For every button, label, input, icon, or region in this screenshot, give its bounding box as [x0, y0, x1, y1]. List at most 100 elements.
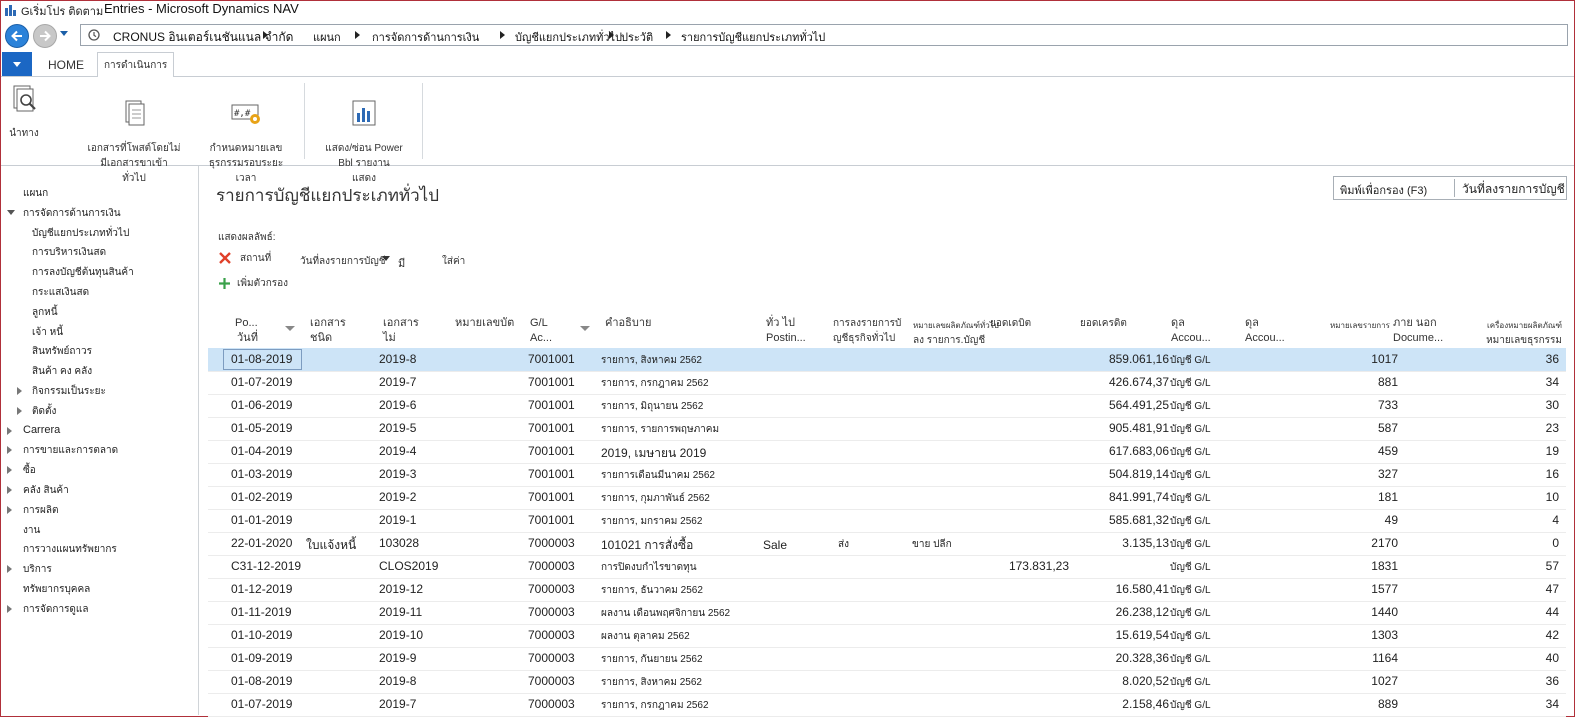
- table-row[interactable]: 01-07-2019 2019-7 7001001 รายการ, กรกฎาคม 2…: [208, 371, 1566, 395]
- cell-doc-no[interactable]: 2019-6: [379, 398, 416, 412]
- cell-entry-no[interactable]: 889: [1378, 697, 1398, 711]
- col-header-external-doc[interactable]: หมายเลขบัต: [455, 316, 514, 331]
- cell-credit[interactable]: 3.135,13: [1122, 536, 1169, 550]
- cell-desc[interactable]: รายการ, กรกฎาคม 2562: [601, 698, 709, 713]
- cell-trans-no[interactable]: 34: [1546, 375, 1559, 389]
- cell-date[interactable]: 01-09-2019: [231, 651, 292, 665]
- breadcrumb-separator-icon[interactable]: [263, 31, 268, 39]
- cell-credit[interactable]: 15.619,54: [1116, 628, 1169, 642]
- table-row[interactable]: 01-12-2019 2019-12 7000003 รายการ, ธันวาคม …: [208, 578, 1566, 602]
- cell-trans-no[interactable]: 4: [1552, 513, 1559, 527]
- cell-account[interactable]: 7001001: [528, 490, 575, 504]
- cell-bal-type[interactable]: บัญชี G/L: [1170, 491, 1211, 506]
- application-menu-button[interactable]: [2, 52, 32, 76]
- add-filter-link[interactable]: เพิ่มตัวกรอง: [237, 276, 288, 291]
- nav-item-15[interactable]: คลัง สินค้า: [23, 483, 69, 498]
- cell-credit[interactable]: 8.020,52: [1122, 674, 1169, 688]
- cell-doc-no[interactable]: 2019-8: [379, 352, 416, 366]
- cell-trans-no[interactable]: 42: [1546, 628, 1559, 642]
- nav-item-9[interactable]: สินค้า คง คลัง: [32, 364, 92, 379]
- breadcrumb-separator-icon[interactable]: [666, 31, 671, 39]
- address-bar[interactable]: CRONUS อินเตอร์เนชันแนล จำกัด แผนก การจั…: [80, 24, 1568, 46]
- remove-filter-icon[interactable]: [219, 252, 231, 264]
- cell-trans-no[interactable]: 44: [1546, 605, 1559, 619]
- cell-entry-no[interactable]: 459: [1378, 444, 1398, 458]
- cell-desc[interactable]: รายการ, สิงหาคม 2562: [601, 675, 702, 690]
- expand-icon[interactable]: [7, 565, 12, 574]
- nav-item-0[interactable]: แผนก: [23, 186, 48, 201]
- cell-account[interactable]: 7000003: [528, 605, 575, 619]
- table-row[interactable]: 01-11-2019 2019-11 7000003 ผลงาน เดือนพฤศจิ…: [208, 601, 1566, 625]
- cell-account[interactable]: 7001001: [528, 352, 575, 366]
- cell-doc-no[interactable]: 2019-3: [379, 467, 416, 481]
- table-row[interactable]: 01-08-2019 2019-8 7001001 รายการ, สิงหาคม 2…: [208, 348, 1566, 372]
- cell-desc[interactable]: ผลงาน ตุลาคม 2562: [601, 629, 690, 644]
- cell-desc[interactable]: รายการ, สิงหาคม 2562: [601, 353, 702, 368]
- nav-item-8[interactable]: สินทรัพย์ถาวร: [32, 344, 92, 359]
- cell-credit[interactable]: 617.683,06: [1109, 444, 1169, 458]
- cell-account[interactable]: 7001001: [528, 444, 575, 458]
- cell-date[interactable]: 01-07-2019: [231, 697, 292, 711]
- breadcrumb-separator-icon[interactable]: [609, 31, 614, 39]
- nav-item-17[interactable]: งาน: [23, 523, 40, 538]
- cell-credit[interactable]: 905.481,91: [1109, 421, 1169, 435]
- cell-trans-no[interactable]: 34: [1546, 697, 1559, 711]
- table-row[interactable]: 01-08-2019 2019-8 7000003 รายการ, สิงหาคม 2…: [208, 670, 1566, 694]
- table-row[interactable]: 01-06-2019 2019-6 7001001 รายการ, มิถุนายน …: [208, 394, 1566, 418]
- cell-date[interactable]: 01-08-2019: [231, 674, 292, 688]
- back-button[interactable]: [5, 24, 29, 48]
- cell-credit[interactable]: 16.580,41: [1116, 582, 1169, 596]
- expand-icon[interactable]: [7, 604, 12, 613]
- cell-date[interactable]: 01-04-2019: [231, 444, 292, 458]
- cell-desc[interactable]: รายการ, กรกฎาคม 2562: [601, 376, 709, 391]
- cell-bal-type[interactable]: บัญชี G/L: [1170, 537, 1211, 552]
- cell-bal-type[interactable]: บัญชี G/L: [1170, 629, 1211, 644]
- cell-account[interactable]: 7000003: [528, 674, 575, 688]
- cell-account[interactable]: 7000003: [528, 559, 575, 573]
- cell-credit[interactable]: 426.674,37: [1109, 375, 1169, 389]
- filter-field-dropdown-icon[interactable]: [382, 256, 390, 261]
- cell-bal-type[interactable]: บัญชี G/L: [1170, 376, 1211, 391]
- cell-gen-prod[interactable]: ขาย ปลีก: [912, 537, 952, 552]
- table-row[interactable]: C31-12-2019 CLOS2019 7000003 การปิดงบกำไรขา…: [208, 555, 1566, 579]
- expand-icon[interactable]: [7, 426, 12, 435]
- breadcrumb-gl-entries[interactable]: รายการบัญชีแยกประเภททั่วไป: [681, 28, 825, 46]
- cell-date[interactable]: 01-02-2019: [231, 490, 292, 504]
- cell-account[interactable]: 7000003: [528, 628, 575, 642]
- col-header-transaction-no[interactable]: เครื่องหมายผลิตภัณฑ์ หมายเลขธุรกรรม: [1472, 318, 1562, 348]
- cell-desc[interactable]: รายการ, กันยายน 2562: [601, 652, 703, 667]
- cell-bal-type[interactable]: บัญชี G/L: [1170, 583, 1211, 598]
- nav-item-18[interactable]: การวางแผนทรัพยากร: [23, 542, 117, 557]
- cell-date[interactable]: 01-10-2019: [231, 628, 292, 642]
- sort-descending-icon[interactable]: [580, 326, 590, 331]
- filter-value-input[interactable]: ใส่ค่า: [442, 254, 465, 269]
- cell-desc[interactable]: รายการ, รายการพฤษภาคม: [601, 422, 719, 437]
- cell-entry-no[interactable]: 1303: [1371, 628, 1398, 642]
- breadcrumb-general-ledger[interactable]: บัญชีแยกประเภททั่วไป: [515, 28, 622, 46]
- cell-entry-no[interactable]: 1164: [1372, 651, 1398, 665]
- cell-trans-no[interactable]: 57: [1546, 559, 1559, 573]
- cell-entry-no[interactable]: 2170: [1371, 536, 1398, 550]
- col-header-gen-prod-posting[interactable]: หมายเลขผลิตภัณฑ์ทั่วไป ลง รายการ.บัญชี: [913, 318, 999, 348]
- cell-bal-type[interactable]: บัญชี G/L: [1170, 698, 1211, 713]
- cell-doc-no[interactable]: 2019-9: [379, 651, 416, 665]
- cell-credit[interactable]: 585.681,32: [1109, 513, 1169, 527]
- cell-trans-no[interactable]: 47: [1546, 582, 1559, 596]
- expand-icon[interactable]: [7, 466, 12, 475]
- cell-trans-no[interactable]: 30: [1546, 398, 1559, 412]
- cell-bal-type[interactable]: บัญชี G/L: [1170, 399, 1211, 414]
- search-field-select[interactable]: วันที่ลงรายการบัญชี: [1462, 180, 1565, 199]
- breadcrumb-history[interactable]: ประวัติ: [621, 28, 653, 46]
- cell-account[interactable]: 7001001: [528, 398, 575, 412]
- cell-doc-no[interactable]: 2019-11: [379, 605, 422, 619]
- table-row[interactable]: 01-07-2019 2019-7 7000003 รายการ, กรกฎาคม 2…: [208, 693, 1566, 717]
- cell-doc-no[interactable]: 2019-8: [379, 674, 416, 688]
- forward-button[interactable]: [33, 24, 57, 48]
- col-header-credit[interactable]: ยอดเครดิต: [1080, 316, 1127, 331]
- cell-account[interactable]: 7000003: [528, 697, 575, 711]
- col-header-debit[interactable]: ยอดเดบิต: [990, 316, 1031, 331]
- cell-trans-no[interactable]: 19: [1546, 444, 1559, 458]
- tab-home[interactable]: HOME: [48, 58, 84, 72]
- cell-bal-type[interactable]: บัญชี G/L: [1170, 652, 1211, 667]
- cell-doc-no[interactable]: 103028: [379, 536, 419, 550]
